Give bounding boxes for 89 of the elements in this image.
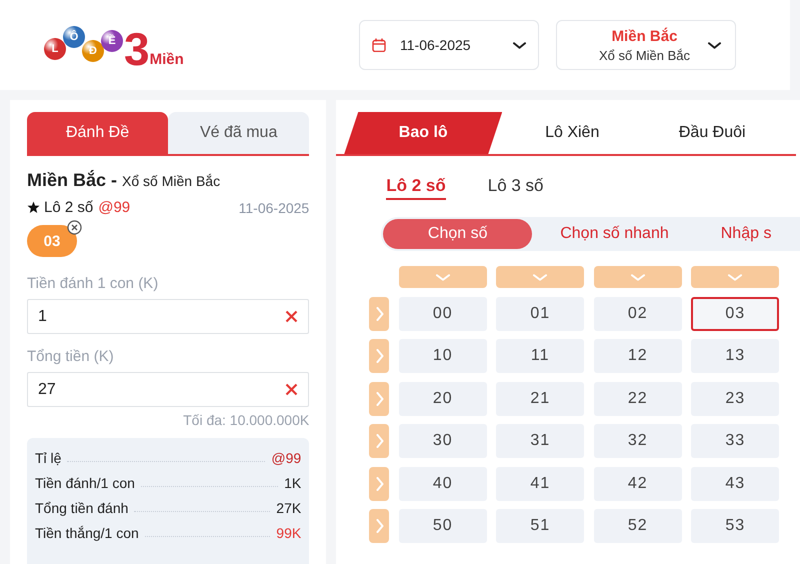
- number-cell[interactable]: 20: [398, 382, 487, 416]
- number-cell[interactable]: 43: [691, 466, 780, 500]
- clear-icon[interactable]: [285, 310, 298, 323]
- clear-icon[interactable]: [285, 383, 298, 396]
- summary-value: 27K: [276, 500, 302, 516]
- remove-icon[interactable]: [67, 220, 82, 235]
- summary-label: Tổng tiền đánh: [35, 500, 128, 516]
- chevron-down-icon: [728, 272, 742, 282]
- number-cell[interactable]: 21: [496, 382, 584, 416]
- logo-ball: Đ: [82, 40, 104, 62]
- chevron-right-icon: [374, 476, 384, 490]
- number-cell[interactable]: 53: [691, 509, 780, 543]
- chevron-right-icon: [374, 519, 384, 533]
- column-select-button[interactable]: [398, 266, 487, 288]
- number-cell[interactable]: 41: [496, 466, 584, 500]
- bet-date: 11-06-2025: [238, 200, 310, 216]
- logo-ball: Ô: [63, 26, 85, 48]
- number-cell[interactable]: 30: [398, 424, 487, 458]
- row-select-button[interactable]: [369, 466, 390, 500]
- number-cell[interactable]: 11: [496, 339, 584, 373]
- chevron-right-icon: [374, 392, 384, 406]
- chevron-down-icon: [533, 272, 548, 282]
- field-label: Tiền đánh 1 con (K): [27, 275, 160, 292]
- summary-value: @99: [271, 450, 302, 466]
- chevron-right-icon: [374, 306, 384, 320]
- region-picker[interactable]: Miền Bắc Xổ số Miền Bắc: [556, 20, 736, 70]
- lottery-name: Xổ số Miền Bắc: [122, 173, 220, 189]
- number-cell[interactable]: 02: [594, 296, 682, 330]
- mode-tab[interactable]: Chọn số nhanh: [536, 219, 693, 249]
- mode-tab[interactable]: Chọn số: [383, 219, 532, 249]
- date-picker[interactable]: 11-06-2025: [359, 20, 539, 70]
- odds: @99: [98, 199, 130, 216]
- number-cell[interactable]: 13: [691, 339, 780, 373]
- max-note: Tối đa: 10.000.000K: [183, 412, 310, 428]
- summary-value: 1K: [284, 475, 302, 491]
- chevron-down-icon: [708, 40, 721, 50]
- row-select-button[interactable]: [369, 382, 390, 416]
- number-cell[interactable]: 03: [691, 296, 780, 330]
- column-select-button[interactable]: [594, 266, 682, 288]
- number-cell[interactable]: 31: [496, 424, 584, 458]
- chevron-down-icon: [513, 40, 526, 50]
- game-tab[interactable]: Lô Xiên: [502, 112, 642, 154]
- star-icon: [27, 201, 40, 214]
- tab[interactable]: Đánh Đề: [27, 112, 168, 154]
- logo-number: 3: [124, 28, 150, 70]
- chevron-down-icon: [436, 272, 450, 282]
- row-select-button[interactable]: [369, 296, 390, 330]
- summary-value: 99K: [276, 525, 302, 541]
- number-cell[interactable]: 10: [398, 339, 487, 373]
- column-select-button[interactable]: [691, 266, 780, 288]
- row-select-button[interactable]: [369, 509, 390, 543]
- field-label: Tổng tiền (K): [27, 348, 115, 365]
- bet-type: Lô 2 số: [44, 199, 94, 216]
- number-tab[interactable]: Lô 3 số: [488, 176, 544, 200]
- number-cell[interactable]: 40: [398, 466, 487, 500]
- logo-ball: Ề: [101, 30, 123, 52]
- number-cell[interactable]: 00: [398, 296, 487, 330]
- tab[interactable]: Vé đã mua: [168, 112, 310, 154]
- logo-text: Miền: [150, 51, 184, 68]
- game-tab[interactable]: Bao lô: [344, 112, 502, 154]
- row-select-button[interactable]: [369, 424, 390, 458]
- region-title: Miền Bắc: [612, 28, 678, 44]
- summary-label: Tiền thắng/1 con: [35, 525, 139, 541]
- mode-tab[interactable]: Nhập s: [696, 219, 796, 249]
- region-subtitle: Xổ số Miền Bắc: [598, 48, 690, 62]
- logo-ball: L: [44, 38, 66, 60]
- number-cell[interactable]: 42: [594, 466, 682, 500]
- chevron-right-icon: [374, 434, 384, 448]
- number-cell[interactable]: 33: [691, 424, 780, 458]
- summary-label: Tiền đánh/1 con: [35, 475, 135, 491]
- number-cell[interactable]: 51: [496, 509, 584, 543]
- chevron-right-icon: [374, 349, 384, 363]
- game-tab[interactable]: Đầu Đuôi: [642, 112, 782, 154]
- input-field[interactable]: 1: [27, 299, 310, 334]
- row-select-button[interactable]: [369, 339, 390, 373]
- number-cell[interactable]: 32: [594, 424, 682, 458]
- number-cell[interactable]: 23: [691, 382, 780, 416]
- input-field[interactable]: 27: [27, 372, 310, 407]
- number-cell[interactable]: 50: [398, 509, 487, 543]
- column-select-button[interactable]: [496, 266, 584, 288]
- number-cell[interactable]: 12: [594, 339, 682, 373]
- number-cell[interactable]: 22: [594, 382, 682, 416]
- number-cell[interactable]: 52: [594, 509, 682, 543]
- summary-label: Tỉ lệ: [35, 450, 62, 466]
- number-tab[interactable]: Lô 2 số: [386, 176, 446, 200]
- calendar-icon: [372, 38, 386, 52]
- chevron-down-icon: [630, 272, 645, 282]
- region-name: Miền Bắc -: [27, 170, 118, 191]
- number-cell[interactable]: 01: [496, 296, 584, 330]
